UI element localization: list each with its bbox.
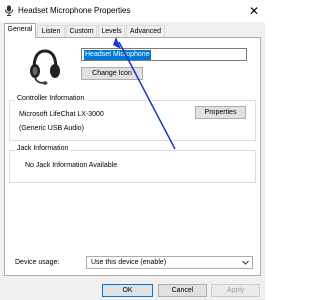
annotation-arrow [113, 37, 176, 150]
